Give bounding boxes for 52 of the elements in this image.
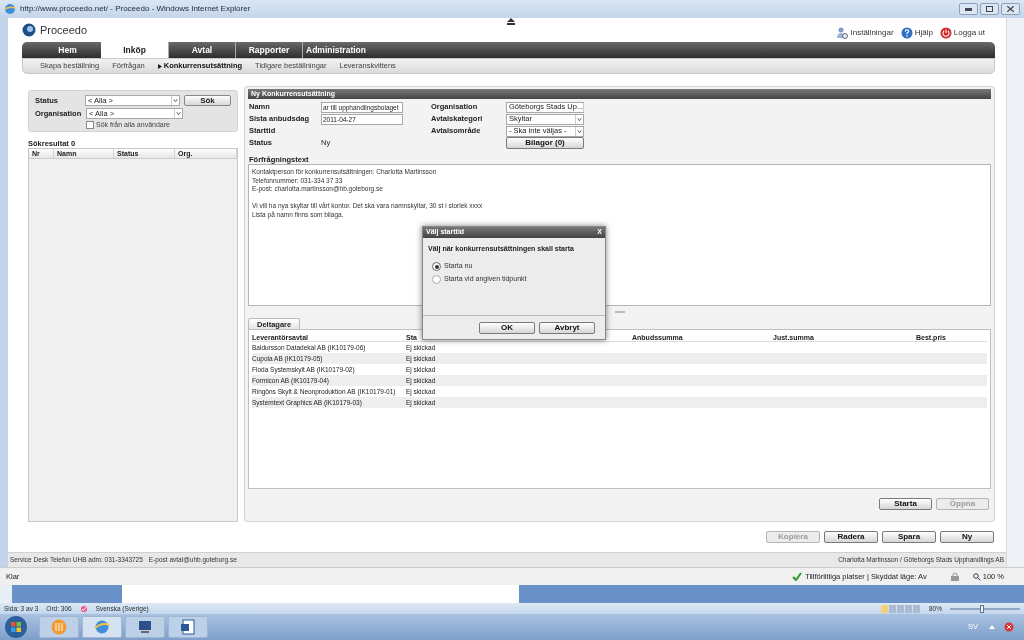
action-button[interactable]: Spara	[882, 531, 936, 543]
splitter-handle[interactable]	[614, 311, 625, 313]
user-settings-icon	[836, 27, 849, 39]
attachments-button[interactable]: Bilagor (0)	[506, 137, 584, 149]
dialog-button[interactable]: OK	[479, 321, 535, 334]
document-icon	[180, 619, 196, 635]
computer-icon	[137, 619, 153, 635]
radio-button[interactable]	[432, 275, 441, 284]
action-button[interactable]: Radera	[824, 531, 878, 543]
header-link[interactable]: Inställningar	[850, 27, 894, 39]
dropdown-arrow-icon	[174, 109, 182, 118]
zoom-slider[interactable]	[950, 607, 1020, 610]
triangle-icon	[157, 63, 162, 69]
eject-icon	[507, 18, 515, 25]
minimize-button[interactable]	[959, 3, 978, 15]
start-button-icon[interactable]	[4, 615, 28, 639]
header-link[interactable]: Hjälp	[914, 27, 933, 39]
close-button[interactable]	[1001, 3, 1020, 15]
dropdown-arrow-icon	[575, 114, 583, 124]
browser-icon	[4, 3, 16, 15]
header-link[interactable]: Logga ut	[953, 27, 985, 39]
lock-icon	[950, 572, 959, 581]
dropdown-arrow-icon	[575, 126, 583, 136]
nav-tab[interactable]: Hem	[34, 42, 101, 58]
help-icon	[900, 27, 913, 39]
dropdown-arrow-icon	[170, 96, 179, 105]
search-button[interactable]: Sök	[183, 95, 231, 106]
minimize-icon	[965, 7, 972, 11]
app-icon	[51, 619, 67, 635]
power-icon	[939, 27, 952, 39]
browser-icon	[94, 619, 110, 635]
taskbar-button[interactable]	[168, 616, 208, 638]
checkbox[interactable]	[86, 121, 94, 130]
action-button[interactable]: Ny	[940, 531, 994, 543]
nav-tab[interactable]: Inköp	[101, 42, 168, 58]
view-buttons-icon	[881, 604, 921, 613]
radio-button[interactable]	[432, 262, 441, 271]
restore-icon	[986, 6, 993, 12]
spellcheck-icon	[79, 604, 88, 613]
network-warning-icon[interactable]	[1004, 622, 1014, 632]
window-title: http://www.proceedo.net/ - Proceedo - Windows Internet Explorer	[20, 3, 251, 15]
arrow-up-icon[interactable]	[989, 625, 995, 629]
panel-button[interactable]: Starta	[879, 498, 932, 510]
search-icon	[972, 572, 981, 581]
dialog-button[interactable]: Avbryt	[539, 321, 595, 334]
taskbar-button[interactable]	[125, 616, 165, 638]
scrollbar[interactable]	[1006, 18, 1024, 567]
maximize-button[interactable]	[980, 3, 999, 15]
app-logo: Proceedo	[40, 22, 88, 38]
logo-icon	[22, 23, 36, 37]
check-icon	[792, 572, 803, 581]
close-icon	[1007, 6, 1014, 12]
